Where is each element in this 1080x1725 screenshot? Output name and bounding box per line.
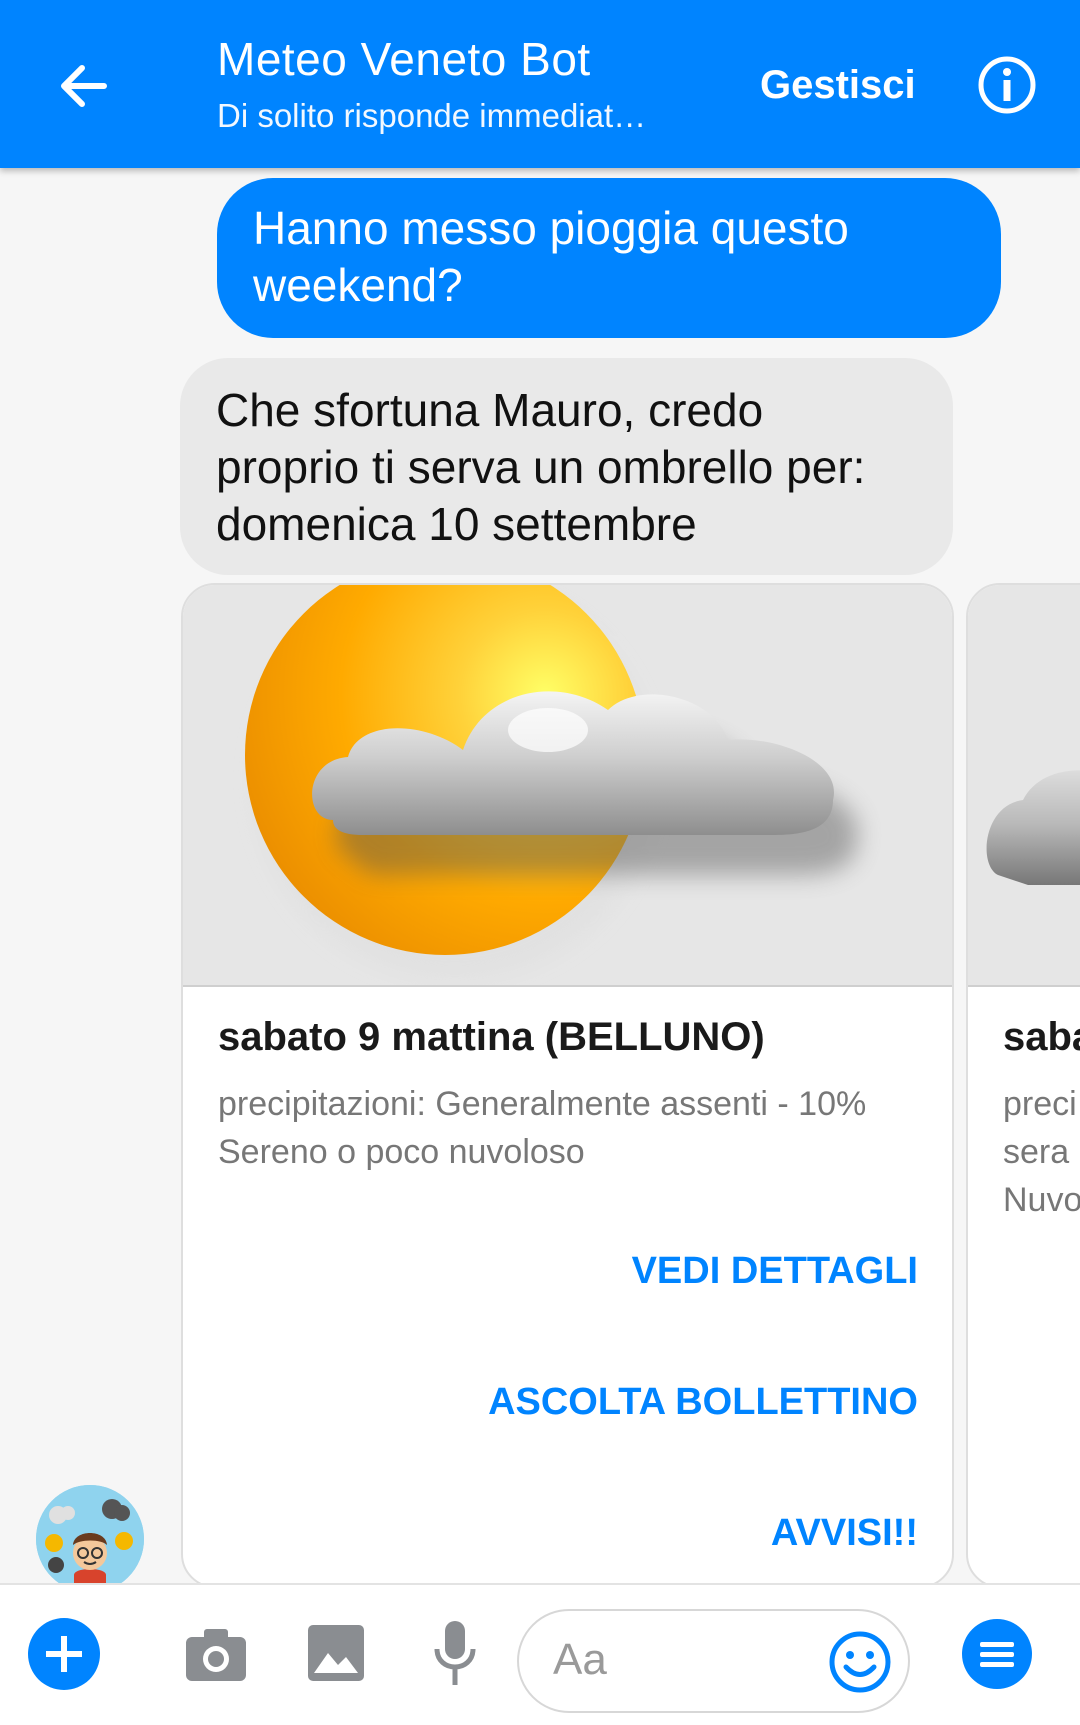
message-line: Che sfortuna Mauro, credo — [216, 384, 764, 436]
bot-avatar-illustration — [36, 1485, 144, 1593]
alerts-button[interactable]: AVVISI!! — [771, 1512, 918, 1555]
weather-card[interactable]: saba preci sera Nuvo — [966, 583, 1080, 1583]
message-line: weekend? — [253, 259, 463, 311]
sun-cloud-weather-icon — [245, 585, 858, 980]
chat-header: Meteo Veneto Bot Di solito risponde imme… — [0, 0, 1080, 168]
incoming-message[interactable]: Che sfortuna Mauro, credo proprio ti ser… — [180, 358, 953, 575]
chat-title[interactable]: Meteo Veneto Bot — [217, 32, 591, 86]
plus-icon[interactable] — [24, 1614, 104, 1694]
message-line: Hanno messo pioggia questo — [253, 202, 849, 254]
weather-card-image — [968, 585, 1080, 987]
camera-icon[interactable] — [184, 1625, 248, 1685]
chat-subtitle: Di solito risponde immediat… — [217, 97, 647, 134]
bot-avatar[interactable] — [36, 1485, 144, 1593]
manage-button[interactable]: Gestisci — [760, 63, 916, 108]
arrow-left-icon[interactable] — [48, 50, 120, 122]
microphone-icon[interactable] — [431, 1619, 479, 1689]
listen-bulletin-button[interactable]: ASCOLTA BOLLETTINO — [488, 1381, 918, 1424]
emoji-icon[interactable] — [828, 1630, 892, 1694]
outgoing-message[interactable]: Hanno messo pioggia questo weekend? — [217, 178, 1001, 338]
card-title: sabato 9 mattina (BELLUNO) — [218, 1015, 765, 1059]
image-icon[interactable] — [306, 1623, 366, 1683]
card-subtitle-line: precipitazioni: Generalmente assenti - 1… — [218, 1085, 867, 1123]
composer-bar: Aa — [0, 1583, 1080, 1725]
message-input-placeholder: Aa — [553, 1635, 607, 1684]
view-details-button[interactable]: VEDI DETTAGLI — [632, 1250, 918, 1293]
card-subtitle-line: sera — [1003, 1133, 1070, 1171]
cloud-weather-icon — [986, 770, 1080, 885]
card-subtitle-line: Sereno o poco nuvoloso — [218, 1133, 585, 1171]
info-icon[interactable] — [977, 55, 1037, 115]
message-line: proprio ti serva un ombrello per: — [216, 441, 866, 493]
message-line: domenica 10 settembre — [216, 498, 697, 550]
card-subtitle-line: preci — [1003, 1085, 1077, 1123]
message-input[interactable]: Aa — [517, 1609, 910, 1713]
message-thread[interactable]: Hanno messo pioggia questo weekend? Che … — [0, 168, 1080, 1583]
weather-card[interactable]: sabato 9 mattina (BELLUNO) precipitazion… — [181, 583, 954, 1583]
menu-icon[interactable] — [960, 1617, 1034, 1691]
card-subtitle-line: Nuvo — [1003, 1181, 1080, 1219]
weather-card-image — [183, 585, 952, 987]
card-title: saba — [1003, 1015, 1080, 1059]
